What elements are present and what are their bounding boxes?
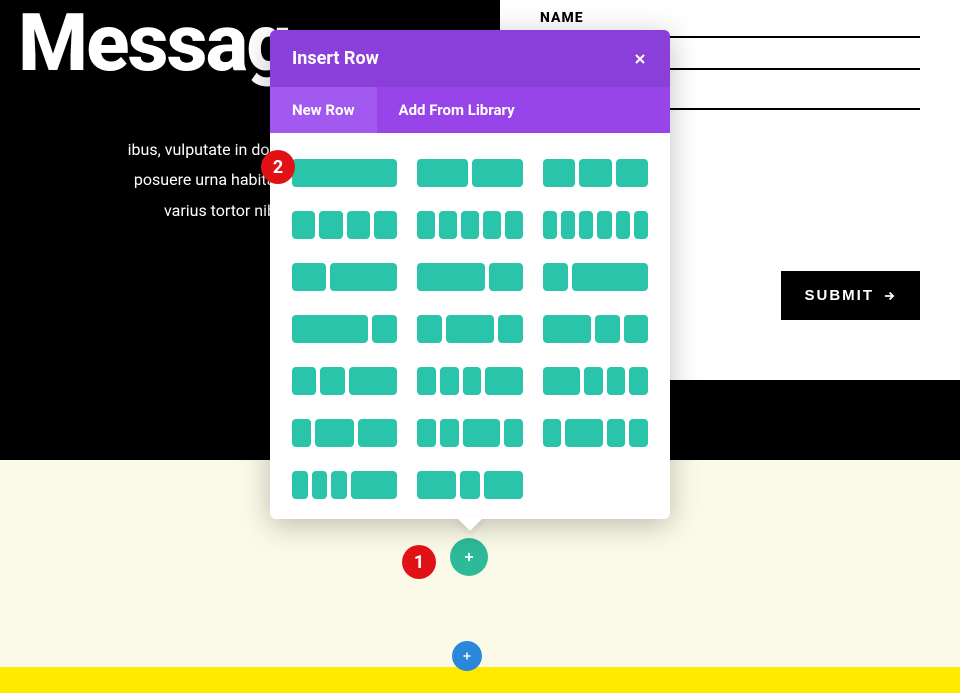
layout-option[interactable]	[417, 367, 522, 395]
submit-label: SUBMIT	[805, 287, 875, 304]
layout-option[interactable]	[543, 211, 648, 239]
layout-option[interactable]	[292, 471, 397, 499]
layout-option[interactable]	[292, 159, 397, 187]
modal-title: Insert Row	[292, 48, 379, 69]
hero-title: Messag	[18, 0, 290, 90]
annotation-badge-1: 1	[402, 545, 436, 579]
submit-button[interactable]: SUBMIT	[781, 271, 921, 320]
layout-option[interactable]	[417, 263, 522, 291]
layout-option[interactable]	[417, 471, 522, 499]
layout-option[interactable]	[292, 419, 397, 447]
layout-option[interactable]	[292, 367, 397, 395]
layout-option[interactable]	[543, 159, 648, 187]
annotation-badge-2: 2	[261, 150, 295, 184]
plus-icon	[461, 650, 473, 662]
insert-row-modal: Insert Row New Row Add From Library	[270, 30, 670, 519]
layout-option[interactable]	[417, 159, 522, 187]
close-icon	[632, 51, 648, 67]
arrow-right-icon	[882, 289, 896, 303]
layout-option[interactable]	[292, 315, 397, 343]
yellow-section	[0, 667, 960, 693]
name-label: NAME	[540, 10, 920, 26]
close-button[interactable]	[632, 51, 648, 67]
layout-option[interactable]	[417, 315, 522, 343]
layout-option[interactable]	[543, 315, 648, 343]
modal-pointer	[456, 517, 484, 531]
layout-option[interactable]	[417, 211, 522, 239]
layout-grid	[270, 133, 670, 519]
layout-option[interactable]	[543, 263, 648, 291]
add-row-button[interactable]	[450, 538, 488, 576]
tab-add-from-library[interactable]: Add From Library	[377, 87, 537, 133]
layout-option[interactable]	[417, 419, 522, 447]
layout-option[interactable]	[292, 263, 397, 291]
tab-new-row[interactable]: New Row	[270, 87, 377, 133]
plus-icon	[462, 550, 476, 564]
modal-header: Insert Row	[270, 30, 670, 87]
layout-option[interactable]	[543, 367, 648, 395]
add-section-button[interactable]	[452, 641, 482, 671]
modal-tabs: New Row Add From Library	[270, 87, 670, 133]
layout-option[interactable]	[292, 211, 397, 239]
layout-option[interactable]	[543, 419, 648, 447]
